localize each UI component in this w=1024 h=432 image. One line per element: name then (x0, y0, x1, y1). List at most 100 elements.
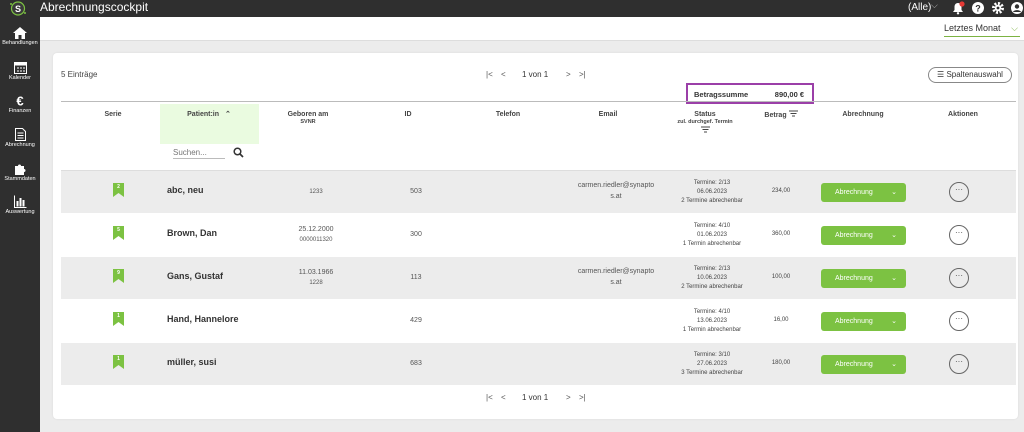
pagination-bottom: |< < 1 von 1 > >| (486, 393, 596, 405)
more-icon: ··· (955, 228, 963, 237)
chevron-down-icon: ⌄ (891, 275, 897, 282)
billing-list-card: 5 Einträge |< < 1 von 1 > >| ☰ Spaltenau… (53, 53, 1018, 419)
prev-page-icon[interactable]: < (501, 70, 506, 79)
status-billable: 1 Termin abrechenbar (682, 241, 742, 247)
gear-icon[interactable] (991, 1, 1005, 15)
header-status-label: Status (694, 111, 716, 118)
search-icon[interactable] (233, 147, 244, 158)
sidebar-item-auswertung[interactable]: Auswertung (0, 195, 40, 225)
patient-name[interactable]: abc, neu (167, 185, 204, 195)
series-count: 1 (117, 356, 120, 362)
chevron-down-icon: ⌵ (1011, 23, 1018, 33)
sidebar-item-finanzen[interactable]: € Finanzen (0, 94, 40, 124)
billing-button-label: Abrechnung (835, 318, 873, 325)
header-phone[interactable]: Telefon (473, 110, 543, 119)
sidebar-item-label: Kalender (8, 75, 32, 81)
header-amount-label: Betrag (764, 112, 787, 119)
bell-icon[interactable] (951, 1, 965, 15)
svnr: 1233 (309, 189, 323, 195)
patient-name[interactable]: Gans, Gustaf (167, 271, 223, 281)
actions-button[interactable]: ··· (949, 354, 969, 374)
series-badge: 1 (113, 312, 124, 326)
next-page-icon[interactable]: > (566, 393, 571, 402)
sidebar-item-label: Stammdaten (4, 176, 36, 182)
first-page-icon[interactable]: |< (486, 393, 493, 402)
actions-button[interactable]: ··· (949, 182, 969, 202)
header-serie[interactable]: Serie (83, 110, 143, 119)
sum-label: Betragssumme (694, 90, 749, 99)
sidebar-item-label: Finanzen (8, 108, 32, 114)
more-icon: ··· (955, 357, 963, 366)
status-appointments: Termine: 2/13 (693, 180, 731, 186)
sum-value: 890,00 € (774, 90, 804, 99)
period-value: Letztes Monat (944, 23, 1001, 33)
actions-button[interactable]: ··· (949, 311, 969, 331)
svg-text:€: € (16, 94, 23, 107)
status-appointments: Termine: 4/10 (693, 223, 731, 229)
sub-header: Letztes Monat ⌵ (40, 17, 1024, 41)
home-icon (13, 27, 27, 39)
sidebar-item-kalender[interactable]: Kalender (0, 61, 40, 91)
patient-id: 113 (410, 274, 422, 281)
header-id[interactable]: ID (383, 110, 433, 119)
chevron-down-icon: ⌄ (891, 232, 897, 239)
actions-button[interactable]: ··· (949, 225, 969, 245)
filter-icon[interactable] (700, 126, 710, 133)
header-born[interactable]: Geboren am SVNR (268, 110, 348, 126)
location-filter[interactable]: (Alle) (908, 1, 931, 14)
header-svnr-label: SVNR (300, 119, 316, 125)
help-icon[interactable]: ? (971, 1, 985, 15)
patient-name[interactable]: Hand, Hannelore (167, 314, 239, 324)
amount: 360,00 (771, 231, 791, 237)
user-icon[interactable] (1010, 1, 1024, 15)
header-email[interactable]: Email (573, 110, 643, 119)
table-row[interactable]: 9 Gans, Gustaf 11.03.1966 1228 113 carmen.rie… (61, 257, 1016, 299)
period-select[interactable]: Letztes Monat ⌵ (944, 21, 1020, 37)
header-actions: Aktionen (948, 111, 978, 118)
table-row[interactable]: 2 abc, neu 1233 503 carmen.riedler@synapto s.… (61, 171, 1016, 213)
birth-date: 11.03.1966 (298, 269, 334, 276)
first-page-icon[interactable]: |< (486, 70, 493, 79)
last-page-icon[interactable]: >| (579, 393, 586, 402)
column-select-button[interactable]: ☰ Spaltenauswahl (928, 67, 1012, 83)
chevron-down-icon[interactable]: ⌵ (931, 0, 938, 11)
header-status-sub: zul. durchgef. Termin (677, 119, 733, 125)
next-page-icon[interactable]: > (566, 70, 571, 79)
table-row[interactable]: 1 müller, susi 683 Termine: 3/10 27.06.2023 3… (61, 343, 1016, 385)
header-amount[interactable]: Betrag (757, 110, 805, 120)
actions-button[interactable]: ··· (949, 268, 969, 288)
billing-button[interactable]: Abrechnung ⌄ (821, 355, 906, 374)
svg-text:?: ? (975, 4, 981, 14)
pagination-top: |< < 1 von 1 > >| (486, 70, 596, 82)
patient-name[interactable]: Brown, Dan (167, 228, 217, 238)
status-last-date: 27.06.2023 (696, 361, 728, 367)
billing-button[interactable]: Abrechnung ⌄ (821, 312, 906, 331)
status-last-date: 10.06.2023 (696, 275, 728, 281)
chevron-down-icon: ⌄ (891, 189, 897, 196)
header-patient-label: Patient:in (187, 111, 220, 118)
sidebar-item-stammdaten[interactable]: Stammdaten (0, 162, 40, 192)
sidebar-item-behandlungen[interactable]: Behandlungen (0, 27, 40, 57)
patient-search-input[interactable] (173, 147, 225, 159)
calendar-icon (13, 62, 27, 74)
amount: 16,00 (773, 317, 789, 323)
header-status[interactable]: Status zul. durchgef. Termin (657, 110, 753, 136)
last-page-icon[interactable]: >| (579, 70, 586, 79)
status-appointments: Termine: 3/10 (693, 352, 731, 358)
table-row[interactable]: 5 Brown, Dan 25.12.2000 0000011320 300 Termin… (61, 214, 1016, 256)
table-row[interactable]: 1 Hand, Hannelore 429 Termine: 4/10 13.06.20… (61, 300, 1016, 342)
header-patient[interactable]: Patient:in ⌃ (173, 110, 245, 119)
prev-page-icon[interactable]: < (501, 393, 506, 402)
series-badge: 1 (113, 355, 124, 369)
patient-name[interactable]: müller, susi (167, 357, 217, 367)
billing-button[interactable]: Abrechnung ⌄ (821, 226, 906, 245)
amount: 180,00 (771, 360, 791, 366)
billing-button[interactable]: Abrechnung ⌄ (821, 183, 906, 202)
filter-icon[interactable] (788, 110, 798, 117)
page-indicator: 1 von 1 (522, 393, 549, 402)
sidebar-item-abrechnung[interactable]: Abrechnung (0, 128, 40, 158)
series-count: 5 (117, 227, 120, 233)
entries-count: 5 Einträge (61, 70, 98, 79)
header-billing[interactable]: Abrechnung (823, 110, 903, 119)
billing-button[interactable]: Abrechnung ⌄ (821, 269, 906, 288)
